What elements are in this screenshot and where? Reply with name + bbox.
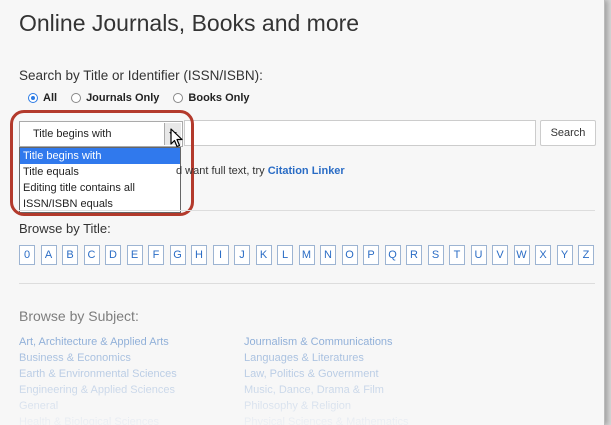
- page-title: Online Journals, Books and more: [19, 10, 360, 36]
- letter-link-a[interactable]: A: [40, 245, 57, 265]
- citation-text-prefix: d want full text, try: [176, 165, 268, 177]
- letter-link-p[interactable]: P: [363, 245, 379, 265]
- dropdown-option-editing-title-contains-all[interactable]: Editing title contains all: [20, 180, 180, 196]
- search-type-select-value: Title begins with: [33, 128, 112, 140]
- divider: [19, 283, 595, 284]
- subject-list-left: Art, Architecture & Applied Arts Business…: [19, 334, 177, 425]
- letter-link-k[interactable]: K: [255, 245, 272, 265]
- page: Online Journals, Books and more Search b…: [0, 0, 605, 425]
- radio-books-only-dot[interactable]: [173, 93, 184, 103]
- letter-link-u[interactable]: U: [470, 245, 487, 265]
- browse-by-title-label: Browse by Title:: [19, 221, 111, 236]
- citation-text: d want full text, try Citation Linker: [176, 165, 345, 177]
- subject-link[interactable]: Journalism & Communications: [244, 334, 408, 350]
- filter-radio-group: All Journals Only Books Only: [28, 92, 264, 104]
- letter-link-j[interactable]: J: [234, 245, 250, 265]
- letter-link-g[interactable]: G: [169, 245, 186, 265]
- citation-linker-link[interactable]: Citation Linker: [268, 165, 345, 177]
- subject-link[interactable]: Physical Sciences & Mathematics: [244, 414, 408, 425]
- subject-link[interactable]: Health & Biological Sciences: [19, 414, 177, 425]
- radio-all[interactable]: All: [28, 92, 57, 104]
- subject-link[interactable]: Business & Economics: [19, 350, 177, 366]
- letter-link-s[interactable]: S: [427, 245, 444, 265]
- letter-link-b[interactable]: B: [62, 245, 78, 265]
- letter-link-f[interactable]: F: [148, 245, 164, 265]
- radio-journals-only-label: Journals Only: [86, 92, 160, 104]
- letter-link-y[interactable]: Y: [556, 245, 573, 265]
- search-label: Search by Title or Identifier (ISSN/ISBN…: [19, 68, 263, 83]
- letter-link-x[interactable]: X: [535, 245, 551, 265]
- subject-link[interactable]: Law, Politics & Government: [244, 366, 408, 382]
- subject-link[interactable]: General: [19, 398, 177, 414]
- letter-link-z[interactable]: Z: [578, 245, 594, 265]
- search-type-select[interactable]: Title begins with: [19, 121, 183, 147]
- radio-all-label: All: [43, 92, 58, 104]
- letter-link-q[interactable]: Q: [384, 245, 401, 265]
- letter-link-n[interactable]: N: [320, 245, 336, 265]
- subject-link[interactable]: Engineering & Applied Sciences: [19, 382, 177, 398]
- browse-by-subject-label: Browse by Subject:: [19, 308, 139, 324]
- subject-list-right: Journalism & Communications Languages & L…: [244, 334, 408, 425]
- letter-link-c[interactable]: C: [83, 245, 100, 265]
- subject-link[interactable]: Languages & Literatures: [244, 350, 408, 366]
- dropdown-option-title-equals[interactable]: Title equals: [20, 164, 180, 180]
- letter-link-t[interactable]: T: [449, 245, 465, 265]
- divider: [19, 210, 595, 211]
- letter-link-m[interactable]: M: [298, 245, 315, 265]
- letter-link-o[interactable]: O: [341, 245, 358, 265]
- radio-all-dot[interactable]: [28, 93, 38, 103]
- letter-link-0[interactable]: 0: [19, 245, 35, 265]
- subject-link[interactable]: Earth & Environmental Sciences: [19, 366, 177, 382]
- letter-link-i[interactable]: I: [212, 245, 229, 265]
- letter-index: 0ABCDEFGHIJKLMNOPQRSTUVWXYZ: [19, 245, 600, 265]
- letter-link-e[interactable]: E: [126, 245, 143, 265]
- letter-link-w[interactable]: W: [513, 245, 530, 265]
- search-button[interactable]: Search: [540, 120, 596, 146]
- subject-link[interactable]: Music, Dance, Drama & Film: [244, 382, 408, 398]
- letter-link-h[interactable]: H: [191, 245, 207, 265]
- radio-books-only[interactable]: Books Only: [173, 92, 250, 104]
- subject-link[interactable]: Philosophy & Religion: [244, 398, 408, 414]
- radio-journals-only[interactable]: Journals Only: [71, 92, 159, 104]
- search-type-dropdown: Title begins with Title equals Editing t…: [19, 147, 181, 213]
- letter-link-r[interactable]: R: [406, 245, 422, 265]
- radio-books-only-label: Books Only: [188, 92, 250, 104]
- dropdown-option-title-begins-with[interactable]: Title begins with: [20, 148, 180, 164]
- letter-link-d[interactable]: D: [105, 245, 121, 265]
- letter-link-v[interactable]: V: [492, 245, 508, 265]
- subject-link[interactable]: Art, Architecture & Applied Arts: [19, 334, 177, 350]
- mouse-cursor-icon: [170, 128, 183, 148]
- search-input[interactable]: [184, 120, 536, 146]
- letter-link-l[interactable]: L: [277, 245, 293, 265]
- radio-journals-only-dot[interactable]: [71, 93, 82, 103]
